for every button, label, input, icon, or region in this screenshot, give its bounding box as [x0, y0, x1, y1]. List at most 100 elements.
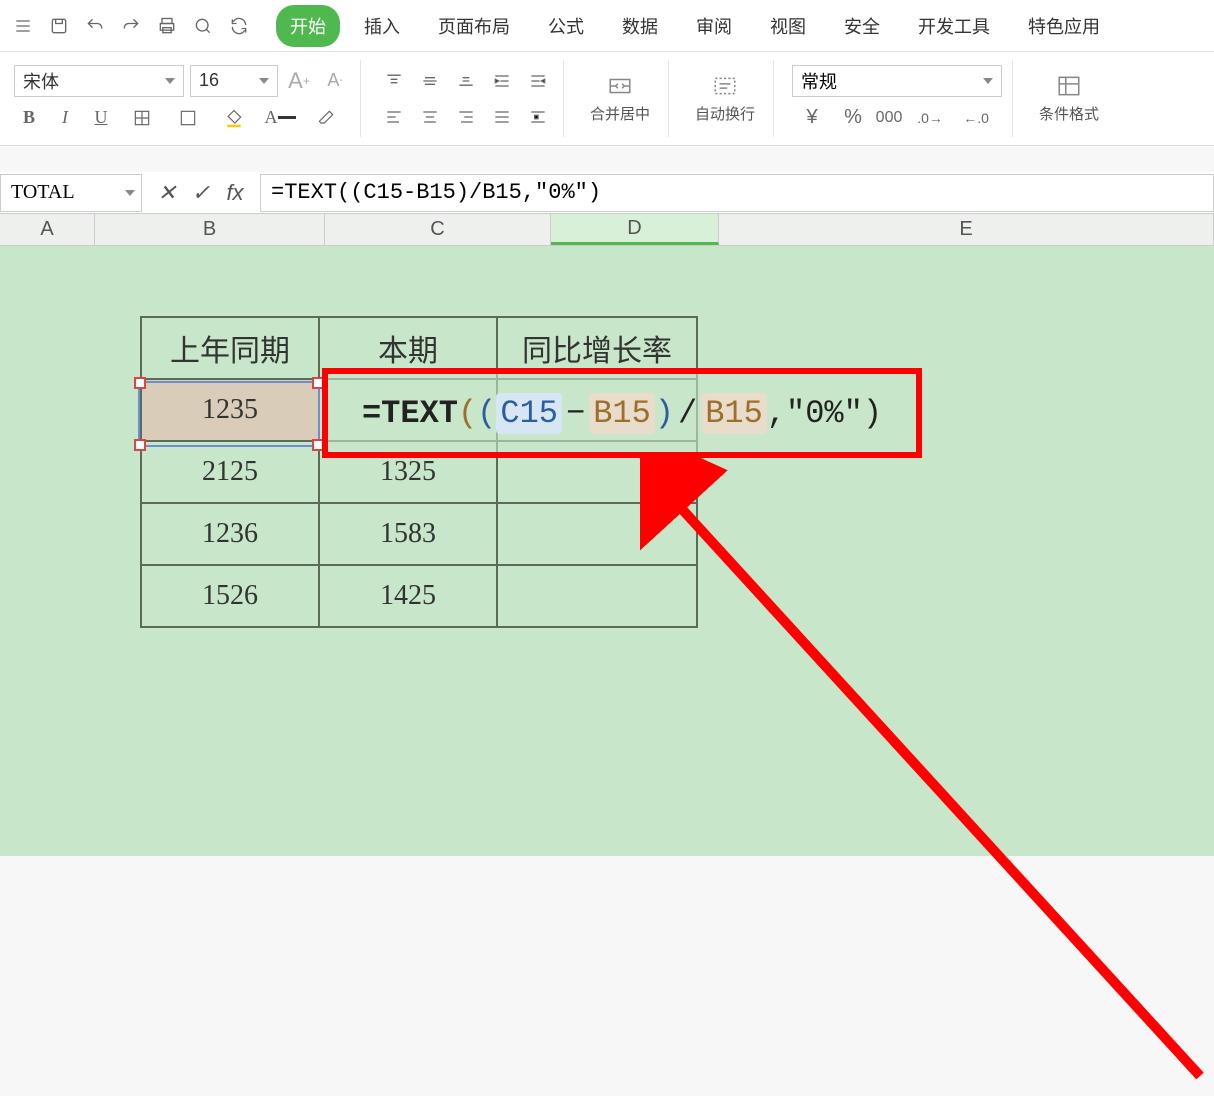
eraser-button[interactable] [306, 103, 346, 133]
align-justify-icon[interactable] [487, 102, 517, 132]
tab-data[interactable]: 数据 [608, 5, 672, 47]
tab-formula[interactable]: 公式 [534, 5, 598, 47]
fill-color-button[interactable] [214, 103, 254, 133]
align-right-icon[interactable] [451, 102, 481, 132]
cell-prev[interactable]: 1526 [141, 565, 319, 627]
formula-prefix: =TEXT [362, 395, 458, 432]
tab-view[interactable]: 视图 [756, 5, 820, 47]
underline-button[interactable]: U [86, 103, 116, 133]
name-box[interactable]: TOTAL [0, 174, 142, 212]
font-size-select[interactable]: 16 [190, 65, 278, 97]
ref-c15: C15 [496, 393, 562, 434]
div-op: / [674, 395, 701, 432]
merge-label: 合并居中 [590, 103, 650, 124]
merge-center-button[interactable]: 合并居中 [582, 73, 658, 124]
tab-start[interactable]: 开始 [276, 5, 340, 47]
chevron-down-icon [259, 78, 269, 84]
header-prev[interactable]: 上年同期 [141, 317, 319, 379]
save-icon[interactable] [42, 9, 76, 43]
percent-icon[interactable]: % [838, 103, 868, 133]
align-center-icon[interactable] [415, 102, 445, 132]
number-format-select[interactable]: 常规 [792, 65, 1002, 97]
print-icon[interactable] [150, 9, 184, 43]
chevron-down-icon [983, 78, 993, 84]
currency-icon[interactable]: ¥ [792, 103, 832, 133]
align-middle-icon[interactable] [415, 66, 445, 96]
indent-right-icon[interactable] [523, 66, 553, 96]
cell-rate[interactable] [497, 565, 697, 627]
tab-review[interactable]: 审阅 [682, 5, 746, 47]
accept-formula-icon[interactable]: ✓ [186, 178, 216, 208]
tab-page-layout[interactable]: 页面布局 [424, 5, 524, 47]
col-header-b[interactable]: B [95, 214, 325, 245]
col-header-c[interactable]: C [325, 214, 551, 245]
decrease-font-icon[interactable]: A- [320, 66, 350, 96]
formula-bar: TOTAL ✕ ✓ fx =TEXT((C15-B15)/B15,"0%") [0, 172, 1214, 214]
orientation-icon[interactable] [523, 102, 553, 132]
conditional-format-button[interactable]: 条件格式 [1031, 73, 1107, 124]
sheet-area[interactable]: 上年同期 本期 同比增长率 1235 2125 1325 1236 1583 1… [0, 246, 1214, 856]
increase-font-icon[interactable]: A+ [284, 66, 314, 96]
font-name-select[interactable]: 宋体 [14, 65, 184, 97]
minus-op: − [562, 395, 589, 432]
increase-decimal-icon[interactable]: .0→ [910, 103, 950, 133]
indent-left-icon[interactable] [487, 66, 517, 96]
col-header-e[interactable]: E [719, 214, 1214, 245]
inner-paren-open: ( [477, 395, 496, 432]
menu-tabs: 开始 插入 页面布局 公式 数据 审阅 视图 安全 开发工具 特色应用 [276, 5, 1114, 47]
formula-highlight-box: =TEXT ( ( C15 − B15 ) / B15 ,"0%") [322, 368, 922, 458]
annotation-arrow [640, 456, 1214, 1096]
font-size-value: 16 [199, 70, 219, 91]
ref-b15-2: B15 [701, 393, 767, 434]
number-format-value: 常规 [801, 68, 837, 94]
cell-prev[interactable]: 1235 [141, 379, 319, 441]
refresh-icon[interactable] [222, 9, 256, 43]
align-top-icon[interactable] [379, 66, 409, 96]
tab-insert[interactable]: 插入 [350, 5, 414, 47]
formula-text: =TEXT((C15-B15)/B15,"0%") [271, 180, 601, 205]
align-bottom-icon[interactable] [451, 66, 481, 96]
fx-buttons: ✕ ✓ fx [142, 178, 260, 208]
merge-group: 合并居中 [572, 60, 669, 137]
cell-curr[interactable]: 1583 [319, 503, 497, 565]
col-header-d[interactable]: D [551, 214, 719, 245]
tab-developer[interactable]: 开发工具 [904, 5, 1004, 47]
comma-icon[interactable]: 000 [874, 103, 904, 133]
cond-format-label: 条件格式 [1039, 103, 1099, 124]
align-left-icon[interactable] [379, 102, 409, 132]
quick-access-toolbar [6, 9, 264, 43]
fx-icon[interactable]: fx [220, 178, 250, 208]
menu-bar: 开始 插入 页面布局 公式 数据 审阅 视图 安全 开发工具 特色应用 [0, 0, 1214, 52]
inner-paren-close: ) [655, 395, 674, 432]
data-table: 上年同期 本期 同比增长率 1235 2125 1325 1236 1583 1… [140, 316, 698, 628]
number-group: 常规 ¥ % 000 .0→ ←.0 [782, 60, 1013, 137]
ref-b15-1: B15 [589, 393, 655, 434]
cell-prev[interactable]: 1236 [141, 503, 319, 565]
redo-icon[interactable] [114, 9, 148, 43]
preview-icon[interactable] [186, 9, 220, 43]
column-headers: A B C D E [0, 214, 1214, 246]
table-row: 1236 1583 [141, 503, 697, 565]
decrease-decimal-icon[interactable]: ←.0 [956, 103, 996, 133]
cell-style-button[interactable] [168, 103, 208, 133]
tab-special[interactable]: 特色应用 [1014, 5, 1114, 47]
cancel-formula-icon[interactable]: ✕ [152, 178, 182, 208]
col-header-a[interactable]: A [0, 214, 95, 245]
undo-icon[interactable] [78, 9, 112, 43]
borders-button[interactable] [122, 103, 162, 133]
paren-open: ( [458, 395, 477, 432]
font-name-value: 宋体 [23, 68, 59, 94]
auto-wrap-button[interactable]: 自动换行 [687, 73, 763, 124]
menu-icon[interactable] [6, 9, 40, 43]
font-color-button[interactable]: A [260, 103, 300, 133]
wrap-group: 自动换行 [677, 60, 774, 137]
cell-rate[interactable] [497, 503, 697, 565]
tab-security[interactable]: 安全 [830, 5, 894, 47]
chevron-down-icon [165, 78, 175, 84]
cell-prev[interactable]: 2125 [141, 441, 319, 503]
formula-input[interactable]: =TEXT((C15-B15)/B15,"0%") [260, 174, 1214, 212]
italic-button[interactable]: I [50, 103, 80, 133]
bold-button[interactable]: B [14, 103, 44, 133]
cell-curr[interactable]: 1425 [319, 565, 497, 627]
formula-suffix: ,"0%") [767, 395, 882, 432]
